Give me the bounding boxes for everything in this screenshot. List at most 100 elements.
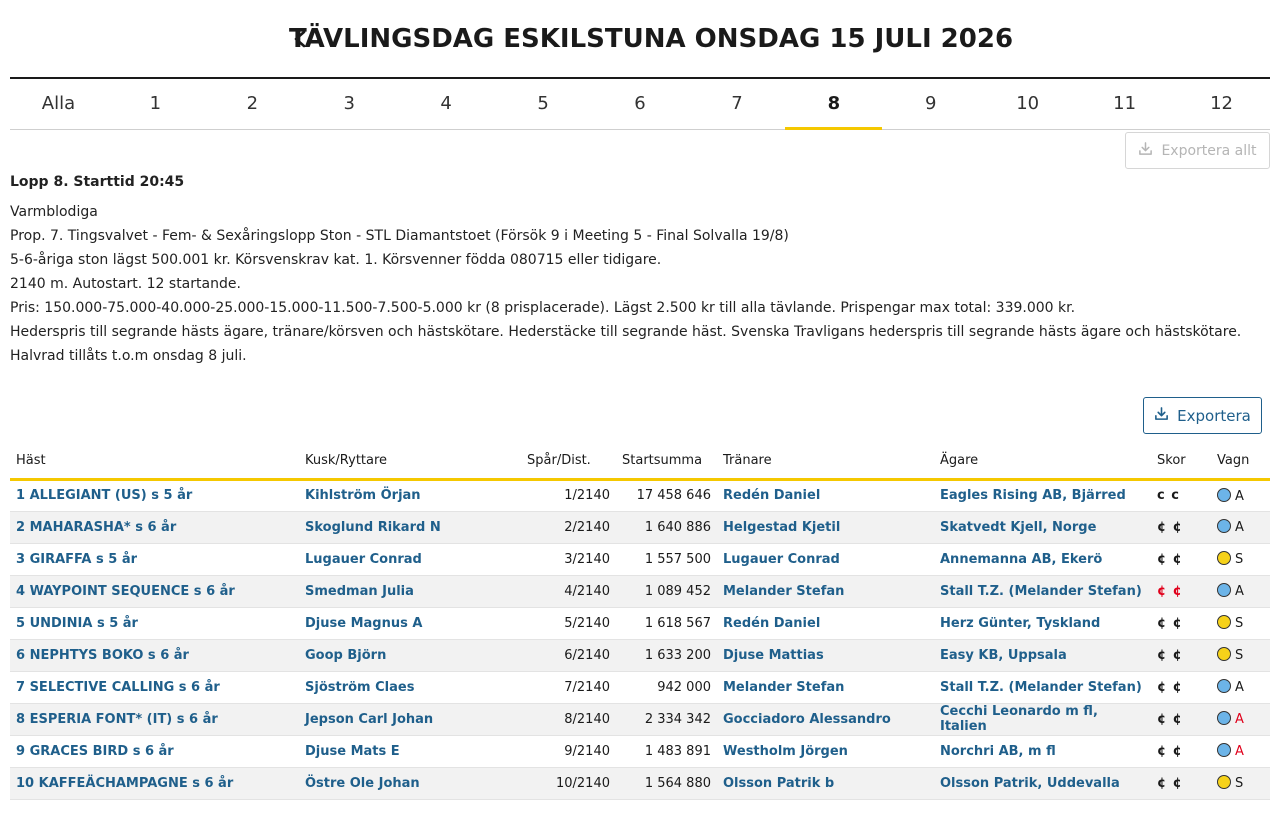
- cart-color-dot: [1217, 551, 1231, 565]
- owner-link[interactable]: Olsson Patrik, Uddevalla: [940, 776, 1120, 791]
- horse-link[interactable]: 2 MAHARASHA* s 6 år: [16, 520, 176, 535]
- export-button[interactable]: Exportera: [1143, 397, 1262, 434]
- column-header-shoes[interactable]: Skor: [1151, 443, 1211, 481]
- cart-type: A: [1235, 488, 1244, 504]
- export-all-button[interactable]: Exportera allt: [1125, 132, 1270, 169]
- tab-race-10[interactable]: 10: [979, 79, 1076, 129]
- post-distance: 2/2140: [521, 511, 616, 544]
- trainer-link[interactable]: Gocciadoro Alessandro: [723, 712, 891, 727]
- column-header-owner[interactable]: Ägare: [934, 443, 1151, 481]
- column-header-cart[interactable]: Vagn: [1211, 443, 1270, 481]
- driver-link[interactable]: Smedman Julia: [305, 584, 414, 599]
- horse-link[interactable]: 5 UNDINIA s 5 år: [16, 616, 138, 631]
- table-row: 8 ESPERIA FONT* (IT) s 6 år Jepson Carl J…: [10, 703, 1270, 736]
- race-line: Halvrad tillåts t.o.m onsdag 8 juli.: [10, 348, 247, 364]
- owner-link[interactable]: Stall T.Z. (Melander Stefan): [940, 680, 1142, 695]
- race-tabs: Alla 1 2 3 4 5 6 7 8 9 10 11 12: [10, 77, 1270, 130]
- horse-link[interactable]: 3 GIRAFFA s 5 år: [16, 552, 137, 567]
- earnings: 1 089 452: [616, 575, 717, 608]
- column-header-trainer[interactable]: Tränare: [717, 443, 934, 481]
- driver-link[interactable]: Goop Björn: [305, 648, 386, 663]
- driver-link[interactable]: Skoglund Rikard N: [305, 520, 441, 535]
- tab-race-alla[interactable]: Alla: [10, 79, 107, 129]
- shoes-icon: ¢ ¢: [1157, 711, 1183, 727]
- race-line: Prop. 7. Tingsvalvet - Fem- & Sexåringsl…: [10, 228, 789, 244]
- horse-link[interactable]: 9 GRACES BIRD s 6 år: [16, 744, 174, 759]
- tab-race-8[interactable]: 8: [785, 79, 883, 130]
- horse-link[interactable]: 8 ESPERIA FONT* (IT) s 6 år: [16, 712, 218, 727]
- cart-color-dot: [1217, 711, 1231, 725]
- shoes-icon: ¢ ¢: [1157, 647, 1183, 663]
- post-distance: 8/2140: [521, 703, 616, 736]
- export-all-label: Exportera allt: [1161, 142, 1257, 159]
- page-title: TÄVLINGSDAG ESKILSTUNA ONSDAG 15 JULI 20…: [288, 24, 1014, 54]
- horse-link[interactable]: 4 WAYPOINT SEQUENCE s 6 år: [16, 584, 235, 599]
- driver-link[interactable]: Djuse Magnus A: [305, 616, 422, 631]
- column-header-driver[interactable]: Kusk/Ryttare: [299, 443, 521, 481]
- cart-color-dot: [1217, 743, 1231, 757]
- back-arrow-icon[interactable]: [290, 22, 310, 56]
- trainer-link[interactable]: Redén Daniel: [723, 488, 820, 503]
- horse-link[interactable]: 10 KAFFEÄCHAMPAGNE s 6 år: [16, 776, 233, 791]
- post-distance: 4/2140: [521, 575, 616, 608]
- post-distance: 5/2140: [521, 607, 616, 640]
- horse-link[interactable]: 6 NEPHTYS BOKO s 6 år: [16, 648, 189, 663]
- trainer-link[interactable]: Melander Stefan: [723, 680, 844, 695]
- shoes-icon: c c: [1157, 488, 1180, 503]
- earnings: 1 564 880: [616, 767, 717, 800]
- trainer-link[interactable]: Westholm Jörgen: [723, 744, 848, 759]
- download-icon: [1138, 141, 1153, 160]
- tab-race-1[interactable]: 1: [107, 79, 204, 129]
- trainer-link[interactable]: Redén Daniel: [723, 616, 820, 631]
- driver-link[interactable]: Östre Ole Johan: [305, 776, 420, 791]
- download-icon: [1154, 406, 1169, 425]
- tab-race-9[interactable]: 9: [882, 79, 979, 129]
- cart-type: S: [1235, 776, 1244, 791]
- cart-type: S: [1235, 616, 1244, 631]
- driver-link[interactable]: Jepson Carl Johan: [305, 712, 433, 727]
- owner-link[interactable]: Norchri AB, m fl: [940, 744, 1056, 759]
- table-row: 4 WAYPOINT SEQUENCE s 6 år Smedman Julia 4…: [10, 575, 1270, 608]
- tab-race-3[interactable]: 3: [301, 79, 398, 129]
- tab-race-12[interactable]: 12: [1173, 79, 1270, 129]
- owner-link[interactable]: Cecchi Leonardo m fl, Italien: [940, 704, 1098, 734]
- earnings: 1 640 886: [616, 511, 717, 544]
- cart-type: A: [1235, 584, 1244, 599]
- tab-race-5[interactable]: 5: [495, 79, 592, 129]
- driver-link[interactable]: Lugauer Conrad: [305, 552, 422, 567]
- cart-color-dot: [1217, 775, 1231, 789]
- cart-type: A: [1235, 712, 1244, 727]
- tab-race-11[interactable]: 11: [1076, 79, 1173, 129]
- owner-link[interactable]: Skatvedt Kjell, Norge: [940, 520, 1096, 535]
- horse-link[interactable]: 7 SELECTIVE CALLING s 6 år: [16, 680, 220, 695]
- column-header-post[interactable]: Spår/Dist.: [521, 443, 616, 481]
- tab-race-2[interactable]: 2: [204, 79, 301, 129]
- tab-race-6[interactable]: 6: [592, 79, 689, 129]
- trainer-link[interactable]: Djuse Mattias: [723, 648, 824, 663]
- column-header-horse[interactable]: Häst: [10, 443, 299, 481]
- page-header: TÄVLINGSDAG ESKILSTUNA ONSDAG 15 JULI 20…: [0, 18, 1282, 60]
- owner-link[interactable]: Stall T.Z. (Melander Stefan): [940, 584, 1142, 599]
- trainer-link[interactable]: Olsson Patrik b: [723, 776, 834, 791]
- driver-link[interactable]: Sjöström Claes: [305, 680, 414, 695]
- table-row: 6 NEPHTYS BOKO s 6 år Goop Björn 6/2140 1 6…: [10, 639, 1270, 672]
- trainer-link[interactable]: Melander Stefan: [723, 584, 844, 599]
- tab-race-7[interactable]: 7: [688, 79, 785, 129]
- column-header-earnings[interactable]: Startsumma: [616, 443, 717, 481]
- trainer-link[interactable]: Helgestad Kjetil: [723, 520, 840, 535]
- driver-link[interactable]: Kihlström Örjan: [305, 488, 421, 503]
- tab-race-4[interactable]: 4: [398, 79, 495, 129]
- horse-link[interactable]: 1 ALLEGIANT (US) s 5 år: [16, 488, 192, 503]
- driver-link[interactable]: Djuse Mats E: [305, 744, 400, 759]
- cart-type: S: [1235, 648, 1244, 663]
- cart-color-dot: [1217, 647, 1231, 661]
- trainer-link[interactable]: Lugauer Conrad: [723, 552, 840, 567]
- earnings: 1 618 567: [616, 607, 717, 640]
- table-header-row: Häst Kusk/Ryttare Spår/Dist. Startsumma …: [10, 443, 1270, 481]
- cart-type: S: [1235, 552, 1244, 567]
- owner-link[interactable]: Herz Günter, Tyskland: [940, 616, 1100, 631]
- owner-link[interactable]: Easy KB, Uppsala: [940, 648, 1067, 663]
- owner-link[interactable]: Annemanna AB, Ekerö: [940, 552, 1102, 567]
- owner-link[interactable]: Eagles Rising AB, Bjärred: [940, 488, 1126, 503]
- cart-color-dot: [1217, 519, 1231, 533]
